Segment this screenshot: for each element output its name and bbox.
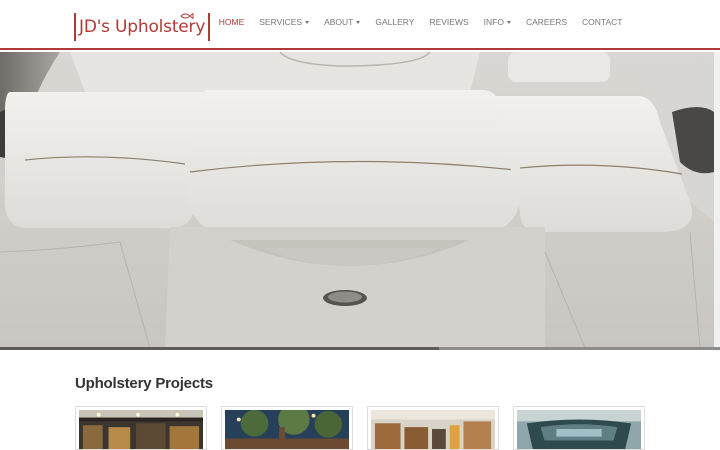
nav-label: REVIEWS	[429, 17, 469, 27]
caret-down-icon	[506, 20, 511, 24]
project-card[interactable]	[513, 406, 645, 450]
nav-item-reviews[interactable]: REVIEWS	[422, 17, 476, 27]
tree-dining-room-photo	[225, 407, 349, 449]
restaurant-booths-photo	[371, 410, 495, 449]
project-card[interactable]	[367, 406, 499, 450]
nav-label: ABOUT	[324, 17, 354, 27]
nav-item-services[interactable]: SERVICES	[252, 17, 317, 27]
nav-label: GALLERY	[375, 17, 415, 27]
projects-grid	[75, 406, 647, 450]
nav-label: CONTACT	[582, 17, 623, 27]
hero-slider[interactable]	[0, 52, 714, 348]
boat-interior-photo	[517, 410, 641, 449]
slider-progress-bar	[0, 347, 440, 350]
caret-down-icon	[356, 20, 361, 24]
nav-item-contact[interactable]: CONTACT	[575, 17, 630, 27]
nav-item-careers[interactable]: CAREERS	[518, 17, 574, 27]
nav-item-about[interactable]: ABOUT	[317, 17, 368, 27]
section-title: Upholstery Projects	[75, 375, 213, 392]
fish-logo-icon	[180, 12, 194, 20]
restaurant-interior-photo	[79, 410, 203, 449]
nav-label: SERVICES	[259, 17, 303, 27]
site-header: JD's Upholstery HOME SERVICES ABOUT GALL…	[0, 0, 720, 50]
nav-label: HOME	[218, 17, 245, 27]
nav-label: INFO	[483, 17, 504, 27]
project-card[interactable]	[75, 406, 207, 450]
nav-item-info[interactable]: INFO	[476, 17, 518, 27]
nav-label: CAREERS	[525, 17, 568, 27]
main-nav: HOME SERVICES ABOUT GALLERY REVIEWS INFO…	[211, 17, 630, 27]
nav-item-gallery[interactable]: GALLERY	[368, 17, 422, 27]
boat-seat-upholstery-photo	[0, 52, 714, 348]
nav-item-home[interactable]: HOME	[211, 17, 252, 27]
project-card[interactable]	[221, 406, 353, 450]
hero-scrollbar	[714, 52, 720, 348]
brand-logo[interactable]: JD's Upholstery	[74, 12, 211, 41]
logo-right-bar	[208, 12, 211, 41]
caret-down-icon	[305, 20, 310, 24]
